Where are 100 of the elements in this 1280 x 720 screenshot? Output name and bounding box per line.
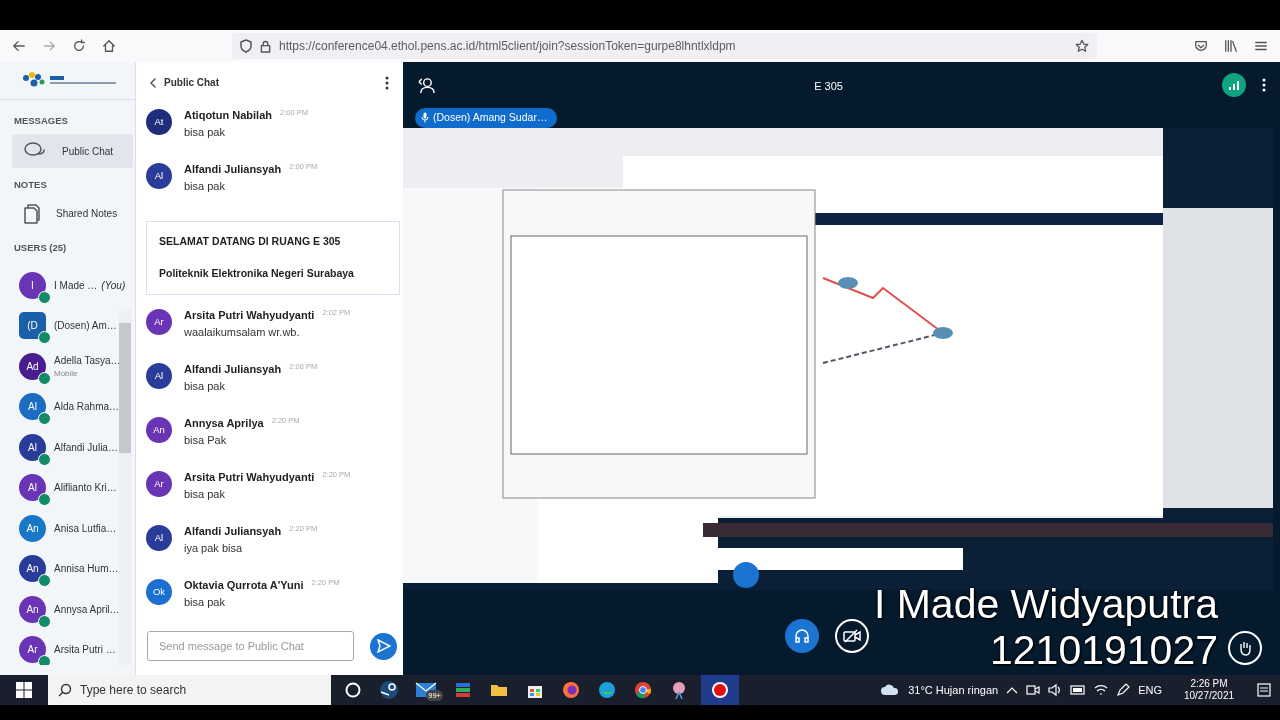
notification-icon[interactable] [1256,682,1272,698]
section-heading: USERS (25) [13,240,68,255]
user-item[interactable]: Al Alfandi Julia… [0,426,135,468]
user-name: I Made … [54,278,98,293]
message-text: bisa pak [184,594,226,610]
user-name: Anisa Lutfia… [54,521,117,536]
library-icon[interactable] [1224,39,1238,53]
record-icon[interactable] [710,680,730,700]
caption-text: 1210191027 [989,630,1218,671]
user-item[interactable]: I I Made … (You) [0,264,135,306]
message-input[interactable]: Send message to Public Chat [147,631,355,661]
message-text: iya pak bisa [184,540,244,556]
taskbar-search-field[interactable]: Type here to search [48,675,331,705]
message-text: bisa pak [184,378,226,394]
chevron-left-icon [150,77,156,88]
volume-icon[interactable] [1048,683,1063,697]
back-link[interactable]: Public Chat [150,75,219,90]
sidebar-item[interactable]: Shared Notes [12,196,133,231]
add-user-icon[interactable] [418,76,435,94]
search-icon [58,683,72,697]
send-button[interactable] [370,632,397,660]
sender-name: Annysa Aprilya [184,416,264,431]
cortana-circle-icon[interactable] [343,680,363,700]
connection-status-button[interactable] [1222,73,1246,97]
user-name: Alfandi Julia… [54,440,118,455]
send-icon [376,639,391,653]
wifi-icon[interactable] [1094,684,1109,696]
camera-off-icon [842,629,861,644]
user-item[interactable]: Al Alda Rahma… [0,386,135,427]
back-icon[interactable] [12,39,26,53]
scrollbar[interactable] [119,308,131,665]
pen-icon[interactable] [1116,683,1131,697]
kebab-menu-icon[interactable] [385,75,389,90]
message-text: bisa Pak [184,432,228,448]
user-avatar: Ar [146,309,172,335]
user-avatar: At [146,109,172,135]
user-avatar: An [146,417,172,443]
url-text: https://conference04.ethol.pens.ac.id/html5client/join?sessionToken=gurpe8lhntlxldpm [279,38,737,55]
section-heading: NOTES [13,178,48,193]
shield-icon [240,39,252,53]
camera-off-button[interactable] [834,619,869,654]
user-name: Alda Rahma… [54,400,120,414]
section-heading: MESSAGES [13,114,69,128]
pocket-icon[interactable] [1194,39,1208,53]
menu-icon[interactable] [1254,39,1268,53]
address-bar[interactable]: https://conference04.ethol.pens.ac.id/html5client/join?sessionToken=gurpe8lhntlxldpm [232,33,1097,59]
reload-icon[interactable] [72,39,86,53]
user-item[interactable]: An Annysa April… [0,588,135,630]
user-avatar: Al [146,163,172,189]
user-avatar: An [19,514,46,542]
home-icon[interactable] [102,39,116,53]
clock[interactable]: 2:26 PM 10/27/2021 [1170,678,1248,702]
headphones-button[interactable] [784,619,819,654]
user-item[interactable]: Ar Arsita Putri … [0,629,135,665]
sender-name: Arsita Putri Wahyudyanti [184,470,315,485]
you-label: (You) [101,278,126,293]
language-indicator[interactable]: ENG [1138,681,1162,699]
windows-start-icon[interactable] [16,682,32,698]
sender-name: Alfandi Juliansyah [184,362,282,377]
raise-hand-button[interactable] [1228,631,1262,665]
chevron-up-icon[interactable] [1006,686,1019,694]
user-name: Adella Tasya… [54,353,121,368]
caption-text: I Made Widyaputra [873,584,1218,625]
bookmark-star-icon[interactable] [1075,39,1089,53]
user-name: Aliflianto Kri… [54,481,117,495]
user-avatar: Ok [146,579,172,605]
user-item[interactable]: An Anisa Lutfia… [0,507,135,549]
user-item[interactable]: Al Aliflianto Kri… [0,467,135,508]
lock-icon [260,39,271,53]
sidebar-item[interactable]: Public Chat [12,134,133,169]
welcome-text: SELAMAT DATANG DI RUANG E 305 [159,234,342,249]
weather-widget[interactable]: 31°C Hujan ringan [880,681,999,699]
sender-name: Alfandi Juliansyah [184,162,282,177]
battery-icon[interactable] [1070,685,1087,695]
signal-bars-icon [1228,79,1240,91]
sender-name: Oktavia Qurrota A'Yuni [184,578,304,593]
message-text: bisa pak [184,124,226,140]
welcome-text: Politeknik Elektronika Negeri Surabaya [159,266,355,282]
message-text: bisa pak [184,178,226,194]
user-name: Annysa April… [54,602,120,617]
hand-icon [1238,640,1252,656]
user-item[interactable]: Ad Adella Tasya… Mobile [0,345,135,387]
microphone-icon [421,112,429,124]
message-text: bisa pak [184,486,226,502]
message-text: waalaikumsalam wr.wb. [184,324,301,340]
user-avatar: Ar [146,471,172,497]
sender-name: Arsita Putri Wahyudyanti [184,308,315,323]
meeting-title: E 305 [814,80,843,92]
cloud-rain-icon [880,683,901,697]
headphones-icon [793,628,810,645]
user-avatar: Al [146,363,172,389]
user-status: Mobile [54,367,79,380]
sender-name: Alfandi Juliansyah [184,524,282,539]
user-name: Annisa Hum… [54,562,119,576]
kebab-menu-icon[interactable] [1262,78,1266,92]
user-item[interactable]: An Annisa Hum… [0,548,135,589]
user-item[interactable]: (D (Dosen) Am… [0,305,135,346]
user-name: Arsita Putri … [54,643,116,657]
sender-name: Atiqotun Nabilah [184,108,272,123]
colored-stripes-icon[interactable] [453,680,473,700]
